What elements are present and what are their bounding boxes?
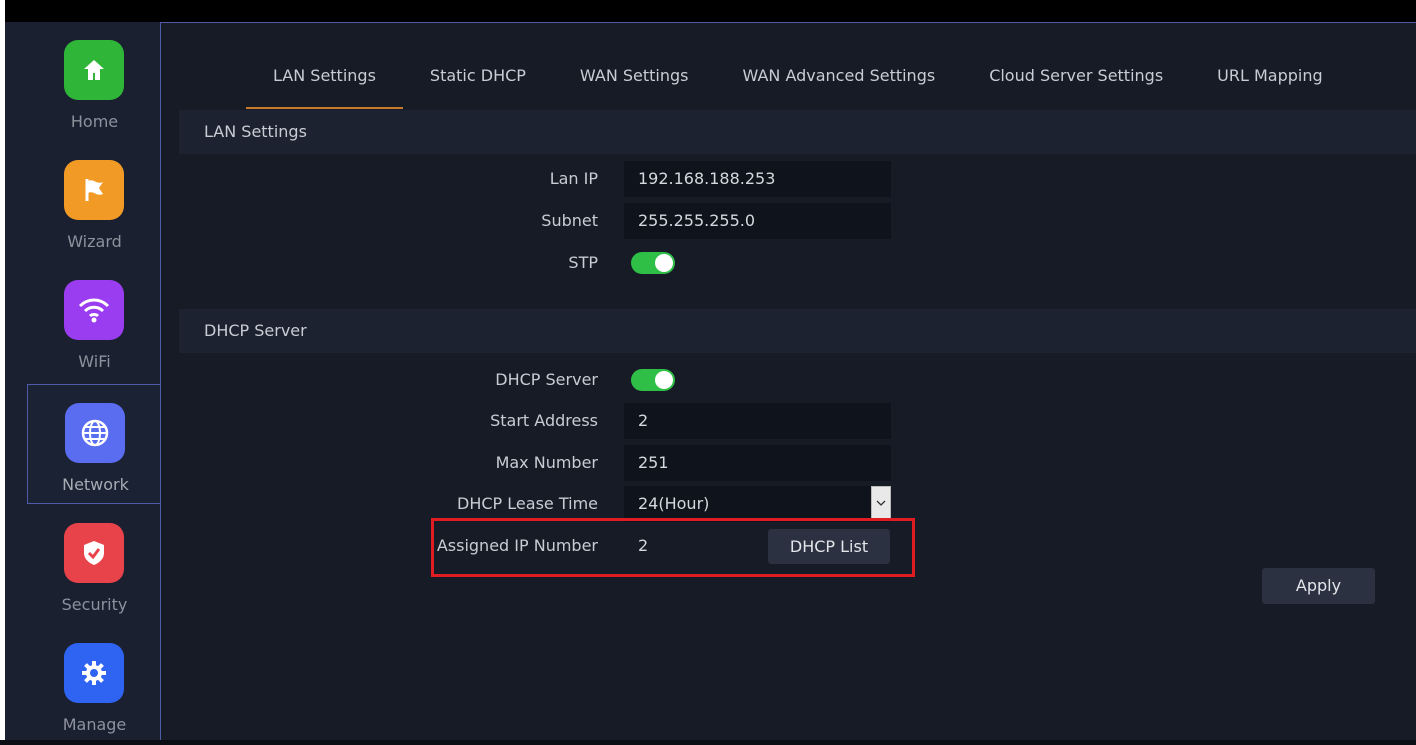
tab-bar: LAN Settings Static DHCP WAN Settings WA… bbox=[246, 53, 1350, 109]
lan-settings-section-title: LAN Settings bbox=[179, 110, 1416, 154]
tab-url-mapping[interactable]: URL Mapping bbox=[1190, 53, 1350, 107]
sidebar-item-wifi[interactable]: WiFi bbox=[27, 262, 162, 382]
dhcp-server-section-title: DHCP Server bbox=[179, 309, 1416, 353]
wifi-icon bbox=[64, 280, 124, 340]
sidebar-item-label: Security bbox=[61, 595, 128, 614]
sidebar-item-security[interactable]: Security bbox=[27, 505, 162, 625]
sidebar-item-home[interactable]: Home bbox=[27, 22, 162, 142]
annotation-highlight-box bbox=[431, 518, 915, 577]
sidebar: Home Wizard WiFi Network Security Manage bbox=[27, 22, 162, 740]
lan-ip-row: Lan IP 192.168.188.253 bbox=[161, 161, 921, 197]
globe-icon bbox=[65, 403, 125, 463]
lease-time-select[interactable]: 24(Hour) bbox=[624, 486, 891, 522]
lease-time-value: 24(Hour) bbox=[638, 494, 710, 513]
lease-time-label: DHCP Lease Time bbox=[457, 494, 598, 513]
start-address-input[interactable]: 2 bbox=[624, 403, 891, 439]
chevron-down-icon[interactable] bbox=[871, 486, 891, 520]
router-admin-app: Home Wizard WiFi Network Security Manage… bbox=[5, 22, 1416, 740]
tab-cloud-server-settings[interactable]: Cloud Server Settings bbox=[962, 53, 1190, 107]
sidebar-item-label: Manage bbox=[62, 715, 127, 734]
stp-label: STP bbox=[568, 253, 598, 272]
dhcp-server-label: DHCP Server bbox=[495, 370, 598, 389]
stp-row: STP bbox=[161, 245, 921, 281]
sidebar-item-label: WiFi bbox=[78, 352, 111, 371]
lan-ip-input[interactable]: 192.168.188.253 bbox=[624, 161, 891, 197]
lease-time-row: DHCP Lease Time 24(Hour) bbox=[161, 486, 921, 522]
subnet-row: Subnet 255.255.255.0 bbox=[161, 203, 921, 239]
sidebar-item-label: Wizard bbox=[67, 232, 122, 251]
home-icon bbox=[64, 40, 124, 100]
tab-wan-settings[interactable]: WAN Settings bbox=[553, 53, 716, 107]
gear-icon bbox=[64, 643, 124, 703]
start-address-label: Start Address bbox=[490, 411, 598, 430]
subnet-input[interactable]: 255.255.255.0 bbox=[624, 203, 891, 239]
window-frame-top bbox=[0, 0, 1416, 22]
tab-static-dhcp[interactable]: Static DHCP bbox=[403, 53, 553, 107]
max-number-label: Max Number bbox=[495, 453, 598, 472]
subnet-label: Subnet bbox=[541, 211, 598, 230]
tab-lan-settings[interactable]: LAN Settings bbox=[246, 53, 403, 109]
sidebar-item-label: Network bbox=[62, 475, 129, 494]
stp-toggle[interactable] bbox=[631, 252, 675, 274]
dhcp-server-toggle[interactable] bbox=[631, 369, 675, 391]
sidebar-item-manage[interactable]: Manage bbox=[27, 625, 162, 745]
sidebar-item-network[interactable]: Network bbox=[27, 384, 162, 504]
main-content: LAN Settings Static DHCP WAN Settings WA… bbox=[160, 22, 1416, 740]
sidebar-item-label: Home bbox=[70, 112, 119, 131]
sidebar-item-wizard[interactable]: Wizard bbox=[27, 142, 162, 262]
dhcp-server-row: DHCP Server bbox=[161, 362, 921, 398]
lan-ip-label: Lan IP bbox=[549, 169, 598, 188]
start-address-row: Start Address 2 bbox=[161, 403, 921, 439]
flag-icon bbox=[64, 160, 124, 220]
apply-button[interactable]: Apply bbox=[1262, 568, 1375, 604]
max-number-row: Max Number 251 bbox=[161, 445, 921, 481]
shield-icon bbox=[64, 523, 124, 583]
tab-wan-advanced-settings[interactable]: WAN Advanced Settings bbox=[716, 53, 963, 107]
max-number-input[interactable]: 251 bbox=[624, 445, 891, 481]
